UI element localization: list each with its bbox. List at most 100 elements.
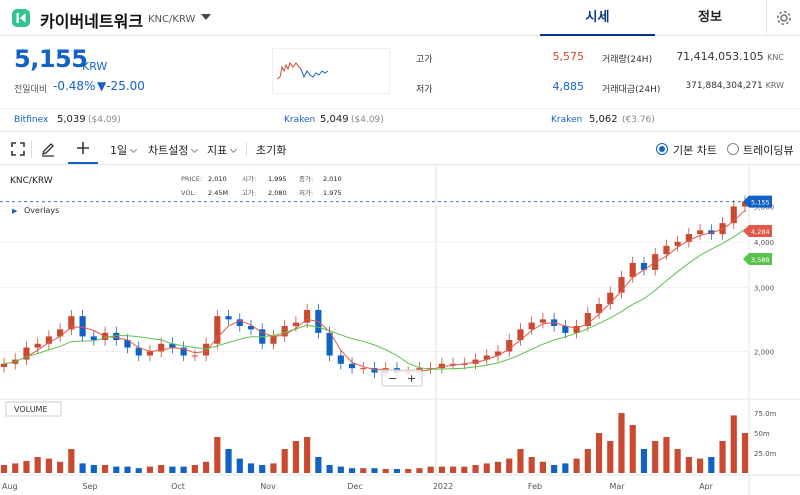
volume-bar [236,458,243,473]
reset-button[interactable]: 초기화 [256,142,286,158]
candle-body [203,343,210,356]
volume-bar [562,463,569,473]
volume-bar [23,461,30,473]
exchange-name[interactable]: Kraken [284,115,315,125]
candle-body [90,336,97,341]
tab-market[interactable]: 시세 [540,0,655,36]
volume-bar [584,449,591,473]
exchange-ref: (€3.76) [622,115,655,125]
volume-bar [113,466,120,473]
x-tick-label: 2022 [433,482,453,491]
volume-bar [573,458,580,473]
volume-bar [697,458,704,473]
volume-title: VOLUME [14,405,48,414]
volume-bar [652,441,659,473]
volume-bar [101,465,109,473]
volume-bar [281,449,288,473]
app-header: 카이버네트워크 KNC/KRW 시세 정보 [0,0,800,36]
candle-body [528,322,535,330]
volume-tick-label: 50m [754,430,770,438]
price-tag-label: 3,588 [751,256,770,264]
interval-select[interactable]: 1일 [110,142,138,158]
volume-bar [539,461,546,473]
candle-body [674,241,681,246]
high-label: 고가 [416,55,433,65]
volume-bar [528,457,535,473]
volume-bar [180,466,187,473]
amount-number: 371,884,304,271 [685,81,763,91]
candle-body [337,355,344,364]
chevron-down-icon [230,145,238,154]
candle-body [539,319,546,323]
volume-bar [371,468,378,473]
high-value-legend: 2,080 [268,189,287,197]
overlays-toggle[interactable]: Overlays [24,206,59,215]
volume-tick-label: 25.0m [754,450,777,458]
volume-bar [169,466,176,473]
low-value: 4,885 [552,80,585,93]
candle-body [270,336,277,344]
zoom-in-icon[interactable]: + [407,372,416,385]
chart-canvas[interactable]: 2,0003,0004,0005,000 75.0m50m25.0m 5,155… [0,165,800,495]
candle-body [697,230,704,235]
overlays-toggle-icon[interactable]: ▶ [12,207,18,215]
crosshair-tool[interactable] [68,133,98,164]
volume-bar [719,441,726,473]
volume-bars [0,413,749,473]
volume-bar [607,441,614,473]
volume-bar [34,457,41,473]
exchange-strip: Bitfinex 5,039 ($4.09) Kraken 5,049 ($4.… [0,108,800,132]
pair-label: KNC/KRW [148,14,196,25]
volume-bar [595,433,603,473]
price-value: 2,010 [208,175,227,183]
volume-bar [461,466,468,473]
grid-lines [0,206,749,352]
volume-bar [629,425,636,473]
pencil-icon[interactable] [40,141,56,157]
ma-long-line [3,228,746,370]
volume-bar [45,458,52,473]
volume-bar [57,461,64,473]
candle-body [494,351,502,356]
high-label-legend: 고가: [242,188,256,197]
volume-value: 71,414,053.105 KNC [660,50,784,63]
volume-bar [640,449,648,473]
gear-icon[interactable] [766,0,800,36]
basic-chart-label[interactable]: 기본 차트 [673,142,717,158]
x-tick-label: Feb [528,482,542,491]
candle-body [146,351,154,356]
chart-settings-menu[interactable]: 차트설정 [148,142,199,158]
chevron-down-icon[interactable] [201,14,211,20]
sparkline-chart [272,48,390,94]
tradingview-radio[interactable] [727,143,739,155]
volume-bar [506,458,513,473]
volume-bar [225,449,232,473]
open-value: 1,995 [268,175,287,183]
volume-bar [393,469,401,473]
tradingview-label[interactable]: 트레이딩뷰 [743,142,794,158]
indicators-menu[interactable]: 지표 [207,142,238,158]
volume-bar [483,463,490,473]
exchange-name[interactable]: Bitfinex [14,115,48,125]
close-value: 2,010 [323,175,342,183]
ma-short-line [3,209,746,372]
vol-value: 2.45M [208,189,228,197]
candle-body [79,316,86,337]
basic-chart-radio[interactable] [656,143,668,155]
price-chart[interactable]: 2,0003,0004,0005,000 75.0m50m25.0m 5,155… [0,165,800,495]
crosshair-icon [77,142,89,154]
exchange-name[interactable]: Kraken [551,115,582,125]
volume-label: 거래량(24H) [602,55,653,65]
chevron-down-icon [130,145,138,154]
amount-label: 거래대금(24H) [602,85,661,95]
amount-unit: KRW [765,81,784,90]
current-price: 5,155 [14,45,88,73]
vol-label: VOL: [181,189,196,197]
volume-bar [247,463,255,473]
volume-bar [494,461,502,473]
zoom-out-icon[interactable]: − [388,372,397,385]
volume-bar [315,457,322,473]
fullscreen-icon[interactable] [10,141,26,157]
exchange-ref: ($4.09) [88,115,121,125]
tab-info[interactable]: 정보 [655,0,765,36]
